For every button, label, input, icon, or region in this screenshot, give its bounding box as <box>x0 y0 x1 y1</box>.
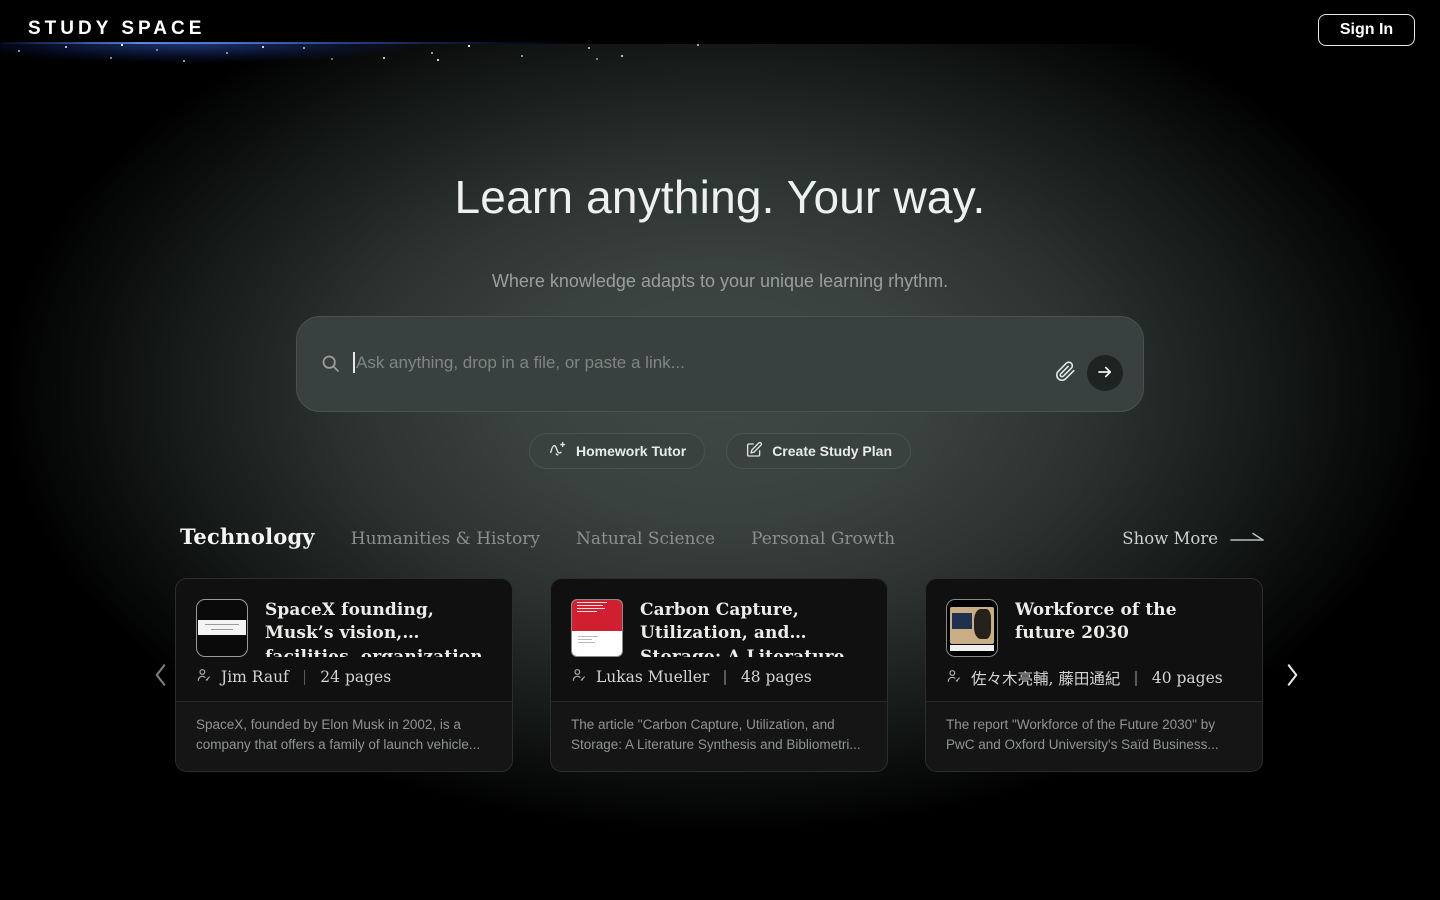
tab-personal-growth[interactable]: Personal Growth <box>751 529 895 549</box>
tab-technology[interactable]: Technology <box>180 524 315 549</box>
card-pages: 48 pages <box>741 668 812 686</box>
create-study-plan-label: Create Study Plan <box>772 443 892 459</box>
meta-separator <box>724 670 726 685</box>
card-title: Carbon Capture, Utilization, and Storage… <box>640 599 867 657</box>
carousel-previous-button[interactable] <box>148 660 174 693</box>
card-author: 佐々木亮輔, 藤田通紀 <box>971 667 1120 689</box>
ask-anything-search-box[interactable] <box>296 316 1144 412</box>
text-caret <box>353 352 355 373</box>
study-cards-list: SpaceX founding, Musk’s vision, faciliti… <box>175 578 1263 772</box>
card-meta: Lukas Mueller 48 pages <box>571 667 812 687</box>
arrow-right-icon <box>1096 363 1114 384</box>
hero-title: Learn anything. Your way. <box>0 170 1440 224</box>
card-header: Carbon Capture, Utilization, and Storage… <box>551 579 887 657</box>
meta-separator <box>1135 671 1137 686</box>
card-header: SpaceX founding, Musk’s vision, faciliti… <box>176 579 512 657</box>
tab-humanities-history[interactable]: Humanities & History <box>351 529 540 549</box>
card-title: SpaceX founding, Musk’s vision, faciliti… <box>265 599 492 657</box>
card-workforce-2030[interactable]: Workforce of the future 2030 佐々木亮輔, 藤田通紀… <box>925 578 1263 772</box>
homework-tutor-icon <box>548 440 567 462</box>
search-icon <box>320 353 341 379</box>
chevron-left-icon <box>148 678 174 693</box>
card-description: SpaceX, founded by Elon Musk in 2002, is… <box>176 701 512 771</box>
category-tabs-row: Technology Humanities & History Natural … <box>180 524 1266 549</box>
carousel-next-button[interactable] <box>1279 660 1305 693</box>
card-description: The report "Workforce of the Future 2030… <box>926 701 1262 771</box>
category-tabs: Technology Humanities & History Natural … <box>180 524 895 549</box>
card-title: Workforce of the future 2030 <box>1015 599 1242 657</box>
card-spacex[interactable]: SpaceX founding, Musk’s vision, faciliti… <box>175 578 513 772</box>
report-thumbnail <box>946 599 998 657</box>
long-arrow-right-icon <box>1230 529 1266 548</box>
chevron-right-icon <box>1279 678 1305 693</box>
card-header: Workforce of the future 2030 <box>926 579 1262 657</box>
app-logo[interactable]: STUDY SPACE <box>28 18 205 40</box>
create-study-plan-button[interactable]: Create Study Plan <box>726 433 911 469</box>
card-meta: 佐々木亮輔, 藤田通紀 40 pages <box>946 667 1223 689</box>
card-author: Lukas Mueller <box>596 668 709 686</box>
tab-natural-science[interactable]: Natural Science <box>576 529 715 549</box>
create-study-plan-icon <box>745 441 763 462</box>
card-pages: 24 pages <box>320 668 391 686</box>
study-space-landing-page: STUDY SPACE Sign In Learn anything. Your… <box>0 0 1440 900</box>
hero-subtitle: Where knowledge adapts to your unique le… <box>0 271 1440 292</box>
meta-separator <box>304 670 306 685</box>
submit-query-button[interactable] <box>1087 355 1123 391</box>
card-meta: Jim Rauf 24 pages <box>196 667 391 687</box>
author-icon <box>196 667 212 687</box>
author-icon <box>946 668 962 688</box>
journal-thumbnail <box>571 599 623 657</box>
card-description: The article "Carbon Capture, Utilization… <box>551 701 887 771</box>
attach-file-button[interactable] <box>1051 359 1079 387</box>
navbar: STUDY SPACE Sign In <box>0 0 1440 60</box>
author-icon <box>571 667 587 687</box>
search-input[interactable] <box>356 347 976 379</box>
document-thumbnail <box>196 599 248 657</box>
show-more-link[interactable]: Show More <box>1122 529 1266 548</box>
paperclip-icon <box>1055 361 1076 385</box>
quick-actions: Homework Tutor Create Study Plan <box>0 433 1440 469</box>
homework-tutor-button[interactable]: Homework Tutor <box>529 433 705 469</box>
card-author: Jim Rauf <box>221 668 289 686</box>
sign-in-button[interactable]: Sign In <box>1318 14 1415 46</box>
card-carbon-capture[interactable]: Carbon Capture, Utilization, and Storage… <box>550 578 888 772</box>
card-pages: 40 pages <box>1152 669 1223 687</box>
homework-tutor-label: Homework Tutor <box>576 443 686 459</box>
show-more-label: Show More <box>1122 529 1218 548</box>
